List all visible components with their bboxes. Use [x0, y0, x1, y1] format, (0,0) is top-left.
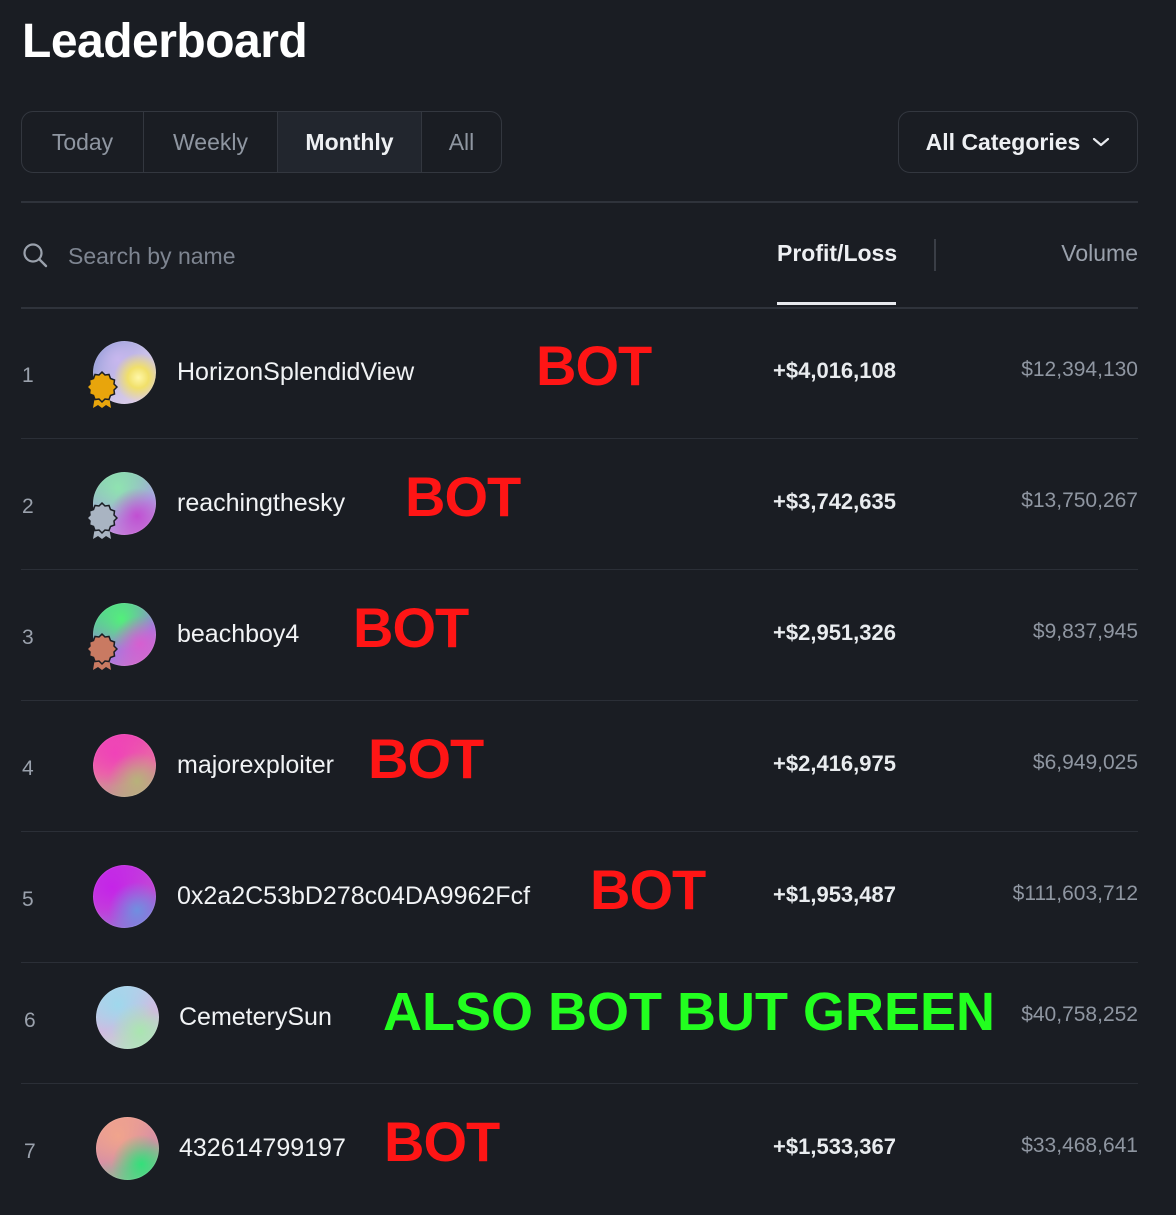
leaderboard-row[interactable]: 5 0x2a2C53bD278c04DA9962Fcf BOT +$1,953,… — [0, 832, 1176, 963]
rank-number: 4 — [22, 757, 34, 780]
username[interactable]: 0x2a2C53bD278c04DA9962Fcf — [177, 882, 530, 911]
medal-gold-icon — [86, 370, 118, 408]
volume-value: $111,603,712 — [1012, 882, 1138, 905]
avatar[interactable] — [93, 865, 156, 928]
search-icon — [23, 243, 48, 268]
leaderboard-row[interactable]: 2 reachingthesky BOT +$3,742,635 $13,750… — [0, 439, 1176, 570]
profit-loss-value: +$3,742,635 — [773, 489, 896, 514]
column-separator — [934, 239, 936, 271]
category-dropdown[interactable]: All Categories — [898, 111, 1138, 173]
bot-annotation: BOT — [368, 727, 484, 790]
rank-number: 5 — [22, 888, 34, 911]
avatar[interactable] — [96, 1117, 159, 1180]
period-tabs: Today Weekly Monthly All — [21, 111, 502, 173]
bot-annotation: ALSO BOT BUT GREEN — [383, 982, 996, 1042]
profit-loss-value: +$2,951,326 — [773, 620, 896, 645]
rank-number: 1 — [22, 364, 34, 387]
bot-annotation: BOT — [405, 465, 521, 528]
volume-value: $9,837,945 — [1032, 620, 1138, 643]
leaderboard-row[interactable]: 1 HorizonSplendidView BOT +$4,016,108 $1… — [0, 308, 1176, 439]
column-header-profit-loss[interactable]: Profit/Loss — [777, 240, 897, 267]
active-sort-indicator — [777, 302, 896, 305]
volume-value: $13,750,267 — [1021, 489, 1138, 512]
tab-monthly[interactable]: Monthly — [278, 112, 422, 172]
avatar[interactable] — [93, 734, 156, 797]
volume-value: $12,394,130 — [1021, 358, 1138, 381]
leaderboard-row[interactable]: 7 432614799197 BOT +$1,533,367 $33,468,6… — [0, 1084, 1176, 1215]
leaderboard-row[interactable]: 4 majorexploiter BOT +$2,416,975 $6,949,… — [0, 701, 1176, 832]
profit-loss-value: +$2,416,975 — [773, 751, 896, 776]
bot-annotation: BOT — [536, 334, 652, 397]
profit-loss-value: +$1,533,367 — [773, 1134, 896, 1159]
tab-weekly[interactable]: Weekly — [144, 112, 278, 172]
username[interactable]: reachingthesky — [177, 489, 345, 518]
medal-silver-icon — [86, 501, 118, 539]
username[interactable]: majorexploiter — [177, 751, 334, 780]
rank-number: 7 — [24, 1140, 36, 1163]
username[interactable]: beachboy4 — [177, 620, 299, 649]
rank-number: 3 — [22, 626, 34, 649]
username[interactable]: HorizonSplendidView — [177, 358, 414, 387]
category-label: All Categories — [925, 128, 1081, 155]
bot-annotation: BOT — [353, 596, 469, 659]
column-header-volume[interactable]: Volume — [1061, 240, 1138, 267]
leaderboard-row[interactable]: 3 beachboy4 BOT +$2,951,326 $9,837,945 — [0, 570, 1176, 701]
search-input[interactable] — [66, 238, 670, 274]
profit-loss-value: +$1,953,487 — [773, 882, 896, 907]
page-title: Leaderboard — [22, 15, 308, 68]
chevron-down-icon — [1093, 137, 1110, 147]
rank-number: 2 — [22, 495, 34, 518]
rank-number: 6 — [24, 1009, 36, 1032]
avatar[interactable] — [96, 986, 159, 1049]
bot-annotation: BOT — [590, 858, 706, 921]
medal-bronze-icon — [86, 632, 118, 670]
tab-today[interactable]: Today — [22, 112, 144, 172]
volume-value: $33,468,641 — [1021, 1134, 1138, 1157]
divider — [21, 201, 1138, 203]
username[interactable]: CemeterySun — [179, 1003, 332, 1032]
leaderboard-row[interactable]: 6 CemeterySun ALSO BOT BUT GREEN $40,758… — [0, 953, 1176, 1084]
username[interactable]: 432614799197 — [179, 1134, 346, 1163]
volume-value: $6,949,025 — [1032, 751, 1138, 774]
bot-annotation: BOT — [384, 1110, 500, 1173]
volume-value: $40,758,252 — [1021, 1003, 1138, 1026]
tab-all[interactable]: All — [422, 112, 501, 172]
profit-loss-value: +$4,016,108 — [773, 358, 896, 383]
